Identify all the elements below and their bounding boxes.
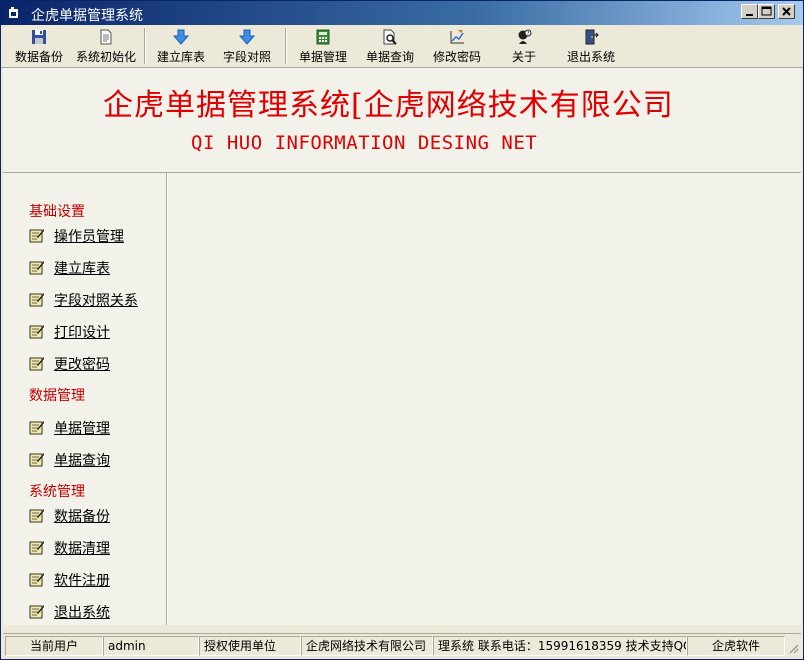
- nav-item-label: 数据备份: [54, 509, 110, 525]
- down-arrow-icon: [239, 29, 255, 45]
- toolbar-label: 建立库表: [156, 50, 205, 64]
- notepad-pencil-icon: [29, 541, 44, 555]
- notepad-pencil-icon: [29, 357, 44, 371]
- exit-door-icon: [585, 29, 599, 45]
- nav-item-label: 软件注册: [54, 573, 110, 589]
- notepad-pencil-icon: [29, 293, 44, 307]
- notepad-pencil-icon: [29, 421, 44, 435]
- status-contact-info: 理系统 联系电话：15991618359 技术支持QQ:: [433, 636, 687, 656]
- main-content-area: [167, 173, 802, 625]
- create-table-button[interactable]: 建立库表: [151, 25, 211, 67]
- title-bar[interactable]: 企虎单据管理系统: [1, 1, 803, 25]
- toolbar-label: 关于: [511, 50, 536, 64]
- help-person-icon: ?: [518, 29, 532, 44]
- save-icon: [32, 30, 46, 44]
- document-manage-button[interactable]: 单据管理: [293, 25, 353, 67]
- toolbar-label: 系统初始化: [75, 50, 136, 64]
- close-button[interactable]: [778, 4, 795, 19]
- notepad-pencil-icon: [29, 229, 44, 243]
- toolbar-separator: [144, 28, 146, 64]
- maximize-icon: [761, 6, 772, 16]
- nav-item-label: 数据清理: [54, 541, 110, 557]
- resize-grip-icon[interactable]: [787, 642, 799, 654]
- about-button[interactable]: ? 关于: [497, 25, 551, 67]
- document-icon: [100, 29, 112, 45]
- minimize-button[interactable]: [741, 4, 758, 19]
- nav-item-label: 字段对照关系: [54, 293, 138, 309]
- header-banner: 企虎单据管理系统[企虎网络技术有限公司 QI HUO INFORMATION D…: [3, 68, 801, 173]
- toolbar-separator: [285, 28, 287, 64]
- notepad-pencil-icon: [29, 573, 44, 587]
- svg-text:?: ?: [527, 31, 530, 37]
- status-vendor: 企虎软件: [687, 636, 785, 656]
- calculator-icon: [316, 29, 330, 45]
- status-licensee-label: 授权使用单位: [199, 636, 301, 656]
- down-arrow-icon: [173, 29, 189, 45]
- nav-section-system-manage: 系统管理: [29, 484, 85, 500]
- toolbar-label: 退出系统: [566, 50, 615, 64]
- init-system-button[interactable]: 系统初始化: [73, 25, 139, 67]
- document-query-button[interactable]: 单据查询: [359, 25, 421, 67]
- nav-item-label: 建立库表: [54, 261, 110, 277]
- toolbar-label: 字段对照: [222, 50, 271, 64]
- toolbar: 数据备份 系统初始化 建立库表 字段对照 单据管理 单据查询 修改密码 ? 关于…: [1, 25, 803, 68]
- field-mapping-button[interactable]: 字段对照: [217, 25, 277, 67]
- toolbar-label: 单据管理: [298, 50, 347, 64]
- toolbar-label: 单据查询: [365, 50, 414, 64]
- exit-system-button[interactable]: 退出系统: [561, 25, 621, 67]
- maximize-button[interactable]: [758, 4, 775, 19]
- backup-button[interactable]: 数据备份: [9, 25, 69, 67]
- window-title: 企虎单据管理系统: [31, 8, 143, 24]
- notepad-pencil-icon: [29, 509, 44, 523]
- banner-title-cn: 企虎单据管理系统[企虎网络技术有限公司: [103, 88, 674, 123]
- minimize-icon: [746, 14, 753, 16]
- notepad-pencil-icon: [29, 325, 44, 339]
- status-current-user-value: admin: [103, 636, 199, 656]
- notepad-pencil-icon: [29, 605, 44, 619]
- close-icon: [782, 7, 791, 16]
- app-window: 企虎单据管理系统 数据备份 系统初始化 建立库表 字段对照 单据管理 单据查询 …: [0, 0, 804, 660]
- nav-item-label: 单据查询: [54, 453, 110, 469]
- nav-item-label: 单据管理: [54, 421, 110, 437]
- navigation-sidebar: 基础设置 操作员管理 建立库表 字段对照关系 打印设计 更改密码 数据管理 单据…: [3, 173, 167, 625]
- nav-item-label: 退出系统: [54, 605, 110, 621]
- change-password-button[interactable]: 修改密码: [427, 25, 487, 67]
- chart-pencil-icon: [450, 30, 464, 44]
- search-document-icon: [383, 29, 397, 45]
- nav-section-basic-settings: 基础设置: [29, 204, 85, 220]
- nav-item-label: 更改密码: [54, 357, 110, 373]
- nav-item-label: 打印设计: [54, 325, 110, 341]
- toolbar-label: 数据备份: [14, 50, 63, 64]
- notepad-pencil-icon: [29, 453, 44, 467]
- app-icon: [9, 7, 18, 18]
- banner-title-en: QI HUO INFORMATION DESING NET: [191, 132, 538, 154]
- toolbar-label: 修改密码: [432, 50, 481, 64]
- status-current-user-label: 当前用户: [5, 636, 103, 656]
- notepad-pencil-icon: [29, 261, 44, 275]
- nav-item-label: 操作员管理: [54, 229, 124, 245]
- status-licensee-value: 企虎网络技术有限公司: [301, 636, 433, 656]
- status-bar: 当前用户 admin 授权使用单位 企虎网络技术有限公司 理系统 联系电话：15…: [3, 633, 801, 658]
- nav-section-data-manage: 数据管理: [29, 388, 85, 404]
